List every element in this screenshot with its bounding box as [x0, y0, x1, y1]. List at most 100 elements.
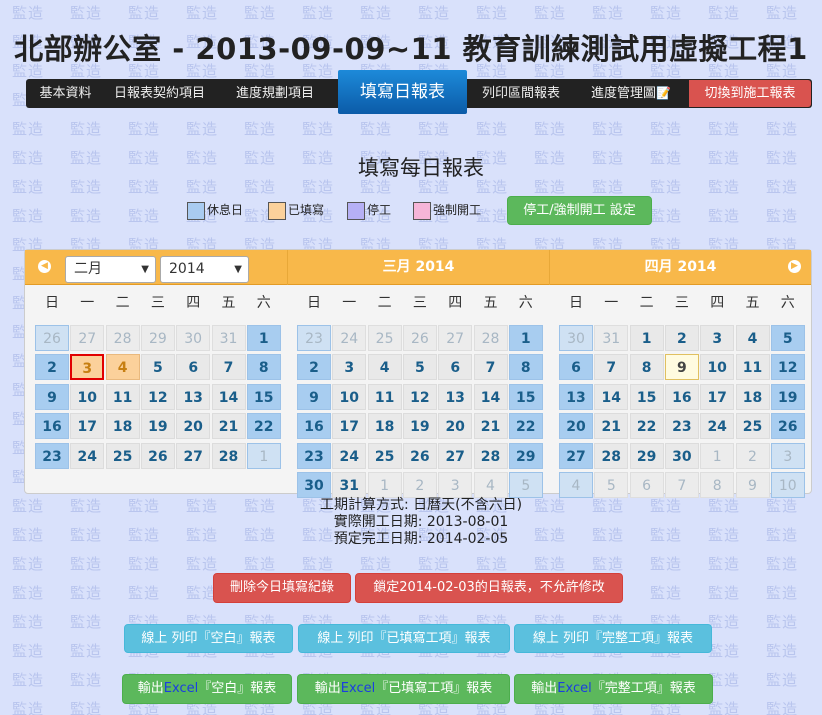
- calendar-day[interactable]: 25: [367, 325, 402, 351]
- calendar-day[interactable]: 27: [176, 442, 211, 469]
- calendar-day[interactable]: 24: [70, 442, 105, 469]
- calendar-day[interactable]: 3: [770, 442, 805, 469]
- calendar-day[interactable]: 13: [176, 383, 211, 410]
- calendar-day[interactable]: 28: [594, 442, 629, 469]
- calendar-day[interactable]: 15: [508, 383, 543, 410]
- calendar-day[interactable]: 9: [35, 383, 69, 410]
- calendar-day[interactable]: 27: [559, 442, 593, 469]
- calendar-day[interactable]: 9: [297, 383, 331, 410]
- calendar-day[interactable]: 16: [664, 383, 699, 410]
- calendar-day[interactable]: 16: [297, 413, 331, 440]
- calendar-day[interactable]: 15: [629, 383, 664, 410]
- calendar-day[interactable]: 24: [332, 442, 367, 469]
- calendar-day[interactable]: 16: [35, 413, 69, 440]
- calendar-day[interactable]: 29: [508, 442, 543, 469]
- calendar-day[interactable]: 1: [508, 325, 543, 351]
- calendar-day[interactable]: 30: [559, 325, 593, 351]
- calendar-day[interactable]: 22: [246, 413, 281, 440]
- calendar-day[interactable]: 4: [367, 354, 402, 381]
- calendar-day[interactable]: 22: [508, 413, 543, 440]
- calendar-day[interactable]: 14: [211, 383, 246, 410]
- calendar-day[interactable]: 30: [176, 325, 211, 351]
- calendar-day[interactable]: 3: [700, 325, 735, 351]
- calendar-day[interactable]: 4: [105, 354, 140, 381]
- calendar-day[interactable]: 29: [140, 325, 175, 351]
- calendar-day[interactable]: 22: [629, 413, 664, 440]
- calendar-day[interactable]: 1: [246, 442, 281, 469]
- calendar-day[interactable]: 12: [402, 383, 437, 410]
- lock-report-button[interactable]: 鎖定2014-02-03的日報表，不允許修改: [355, 573, 623, 603]
- calendar-day[interactable]: 5: [402, 354, 437, 381]
- calendar-day[interactable]: 20: [176, 413, 211, 440]
- calendar-day[interactable]: 2: [297, 354, 331, 381]
- calendar-day[interactable]: 10: [332, 383, 367, 410]
- calendar-day[interactable]: 2: [35, 354, 69, 381]
- prev-month-icon[interactable]: ◀: [38, 260, 51, 273]
- calendar-day[interactable]: 17: [332, 413, 367, 440]
- calendar-day[interactable]: 26: [770, 413, 805, 440]
- calendar-day[interactable]: 13: [438, 383, 473, 410]
- calendar-day[interactable]: 5: [508, 472, 543, 498]
- export-excel-filled-button[interactable]: 輸出Excel『已填寫工項』報表: [297, 674, 510, 704]
- export-excel-blank-button[interactable]: 輸出Excel『空白』報表: [122, 674, 292, 704]
- calendar-day[interactable]: 14: [594, 383, 629, 410]
- year-select[interactable]: 2014 ▼: [160, 256, 249, 283]
- calendar-day[interactable]: 19: [140, 413, 175, 440]
- export-excel-complete-button[interactable]: 輸出Excel『完整工項』報表: [514, 674, 713, 704]
- calendar-day[interactable]: 26: [402, 325, 437, 351]
- calendar-day[interactable]: 11: [735, 354, 770, 381]
- calendar-day[interactable]: 3: [332, 354, 367, 381]
- calendar-day[interactable]: 7: [211, 354, 246, 381]
- calendar-day[interactable]: 7: [594, 354, 629, 381]
- calendar-day[interactable]: 11: [105, 383, 140, 410]
- nav-basic-info[interactable]: 基本資料: [26, 79, 105, 108]
- calendar-day[interactable]: 25: [735, 413, 770, 440]
- calendar-day[interactable]: 4: [735, 325, 770, 351]
- calendar-day[interactable]: 11: [367, 383, 402, 410]
- calendar-day[interactable]: 30: [297, 472, 331, 498]
- calendar-day[interactable]: 8: [508, 354, 543, 381]
- calendar-day[interactable]: 28: [473, 442, 508, 469]
- nav-fill-daily-report[interactable]: 填寫日報表: [338, 70, 467, 114]
- calendar-day[interactable]: 13: [559, 383, 593, 410]
- nav-progress-plan[interactable]: 進度規劃項目: [214, 79, 336, 108]
- calendar-day[interactable]: 15: [246, 383, 281, 410]
- calendar-day[interactable]: 23: [664, 413, 699, 440]
- calendar-day[interactable]: 24: [700, 413, 735, 440]
- calendar-day[interactable]: 8: [629, 354, 664, 381]
- calendar-day[interactable]: 6: [176, 354, 211, 381]
- calendar-day[interactable]: 2: [402, 472, 437, 498]
- calendar-day[interactable]: 9: [664, 354, 699, 381]
- calendar-day[interactable]: 10: [700, 354, 735, 381]
- calendar-day[interactable]: 26: [35, 325, 69, 351]
- calendar-day[interactable]: 6: [559, 354, 593, 381]
- calendar-day[interactable]: 27: [70, 325, 105, 351]
- calendar-day[interactable]: 29: [629, 442, 664, 469]
- calendar-day[interactable]: 21: [594, 413, 629, 440]
- calendar-day[interactable]: 30: [664, 442, 699, 469]
- calendar-day[interactable]: 19: [770, 383, 805, 410]
- nav-contract-items[interactable]: 日報表契約項目: [105, 79, 214, 108]
- calendar-day[interactable]: 18: [105, 413, 140, 440]
- calendar-day[interactable]: 7: [664, 472, 699, 498]
- calendar-day[interactable]: 28: [473, 325, 508, 351]
- month-select[interactable]: 二月 ▼: [65, 256, 156, 283]
- calendar-day[interactable]: 18: [367, 413, 402, 440]
- calendar-day[interactable]: 20: [559, 413, 593, 440]
- calendar-day[interactable]: 6: [629, 472, 664, 498]
- calendar-day[interactable]: 5: [770, 325, 805, 351]
- calendar-day[interactable]: 31: [332, 472, 367, 498]
- calendar-day[interactable]: 20: [438, 413, 473, 440]
- calendar-day[interactable]: 1: [700, 442, 735, 469]
- calendar-day[interactable]: 21: [211, 413, 246, 440]
- calendar-day[interactable]: 17: [70, 413, 105, 440]
- calendar-day[interactable]: 4: [473, 472, 508, 498]
- calendar-day[interactable]: 24: [332, 325, 367, 351]
- calendar-day[interactable]: 23: [35, 442, 69, 469]
- calendar-day[interactable]: 3: [438, 472, 473, 498]
- calendar-day[interactable]: 8: [246, 354, 281, 381]
- calendar-day[interactable]: 18: [735, 383, 770, 410]
- calendar-day[interactable]: 25: [367, 442, 402, 469]
- calendar-day[interactable]: 2: [735, 442, 770, 469]
- nav-print-range[interactable]: 列印區間報表: [467, 79, 575, 108]
